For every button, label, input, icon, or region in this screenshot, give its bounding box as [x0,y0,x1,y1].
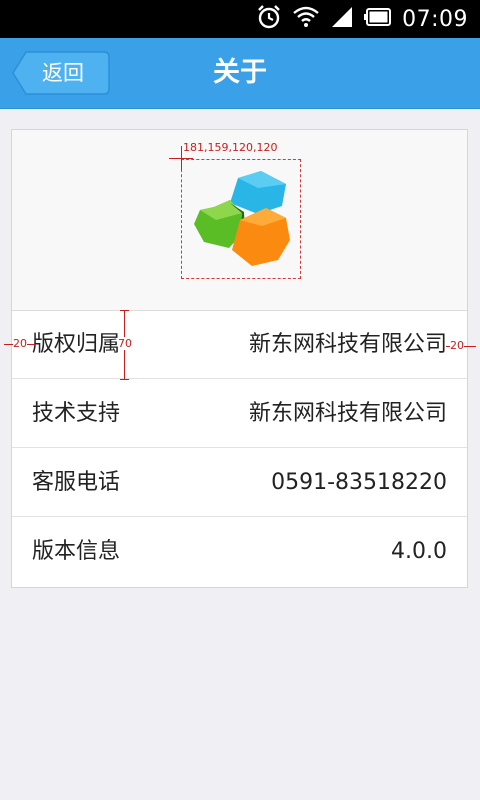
row-height-cap-bottom [120,379,129,380]
page-title: 关于 [213,57,267,88]
wifi-icon [292,5,320,33]
status-icons: 07:09 [256,0,468,38]
header-bar: 返回 关于 [0,38,480,109]
row-label: 版本信息 [32,539,121,564]
info-row-support: 技术支持 新东网科技有限公司 [12,379,467,448]
about-card: 181,159,120,120 版权归属 新东网科技有限公司 技术支持 新东网科… [11,129,468,588]
row-label: 客服电话 [32,470,121,495]
app-logo-icon [194,171,290,266]
row-value: 新东网科技有限公司 [248,401,447,426]
right-padding-label: 20 [450,339,464,352]
info-row-phone[interactable]: 客服电话 0591-83518220 [12,448,467,517]
row-height-cap-top [120,310,129,311]
logo-area: 181,159,120,120 [12,130,467,311]
alarm-icon [256,4,282,34]
logo-bounding-box [181,159,301,279]
row-value: 新东网科技有限公司 [248,332,447,357]
status-time: 07:09 [402,6,468,32]
row-value: 0591-83518220 [271,470,447,495]
logo-bounds-label: 181,159,120,120 [183,141,278,154]
signal-icon [330,5,354,33]
info-row-copyright: 版权归属 新东网科技有限公司 [12,310,467,379]
left-padding-label: 20 [13,337,27,350]
row-height-label: 70 [118,337,132,350]
row-label: 版权归属 [32,332,121,357]
logo-crosshair-v [181,146,182,170]
info-row-version: 版本信息 4.0.0 [12,517,467,586]
battery-icon [364,8,392,30]
row-label: 技术支持 [32,401,121,426]
row-value: 4.0.0 [391,539,447,564]
status-bar: 07:09 [0,0,480,38]
